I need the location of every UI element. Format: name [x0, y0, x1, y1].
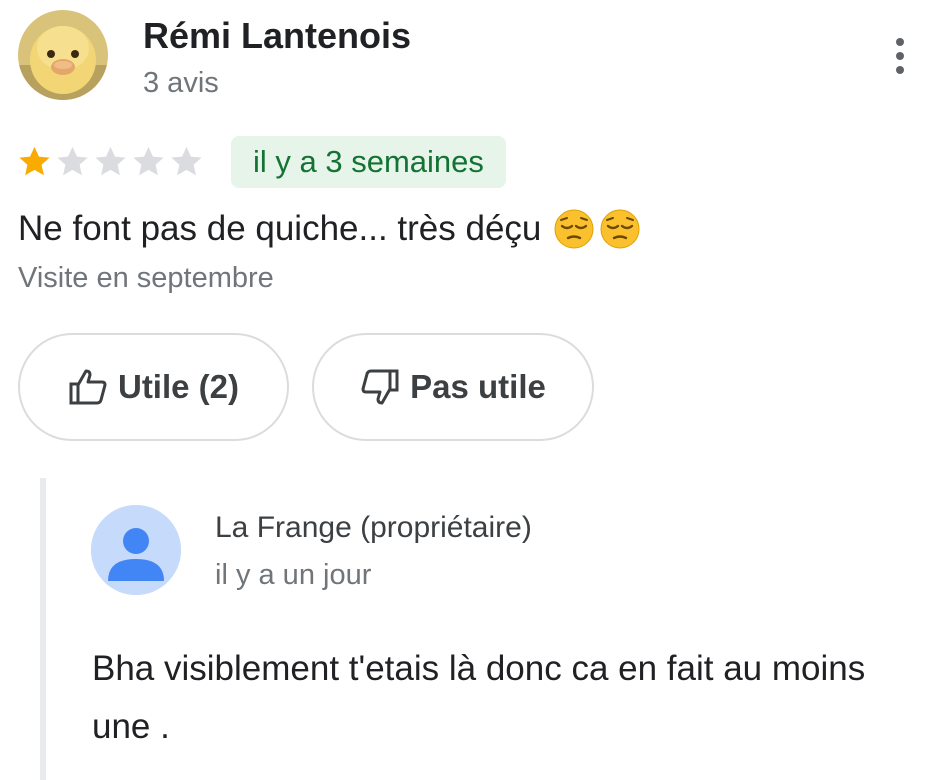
reviewer-review-count: 3 avis — [143, 67, 219, 99]
review-date-badge: il y a 3 semaines — [231, 136, 506, 188]
star-rating — [16, 143, 205, 180]
not-useful-label: Pas utile — [410, 368, 546, 405]
reply-divider — [40, 478, 46, 780]
star-empty-icon — [168, 143, 205, 180]
pensive-face-icon — [553, 208, 595, 250]
owner-reply-date: il y a un jour — [215, 559, 372, 591]
reviewer-avatar[interactable] — [18, 10, 108, 100]
thumbs-down-icon — [360, 368, 400, 406]
star-empty-icon — [54, 143, 91, 180]
star-empty-icon — [130, 143, 167, 180]
not-useful-button[interactable]: Pas utile — [312, 333, 594, 441]
more-options-icon[interactable] — [880, 30, 920, 82]
visit-date: Visite en septembre — [18, 262, 274, 294]
reviewer-name[interactable]: Rémi Lantenois — [143, 14, 411, 58]
useful-label: Utile (2) — [117, 368, 239, 405]
useful-button[interactable]: Utile (2) — [18, 333, 289, 441]
owner-name: La Frange (propriétaire) — [215, 511, 532, 544]
star-filled-icon — [16, 143, 53, 180]
review-text: Ne font pas de quiche... très déçu — [18, 209, 542, 248]
thumbs-up-icon — [68, 368, 108, 406]
owner-avatar — [91, 505, 181, 595]
owner-reply-text: Bha visiblement t'etais là donc ca en fa… — [92, 649, 866, 746]
review-body: Ne font pas de quiche... très déçu — [18, 206, 641, 252]
pensive-face-icon — [599, 208, 641, 250]
star-empty-icon — [92, 143, 129, 180]
